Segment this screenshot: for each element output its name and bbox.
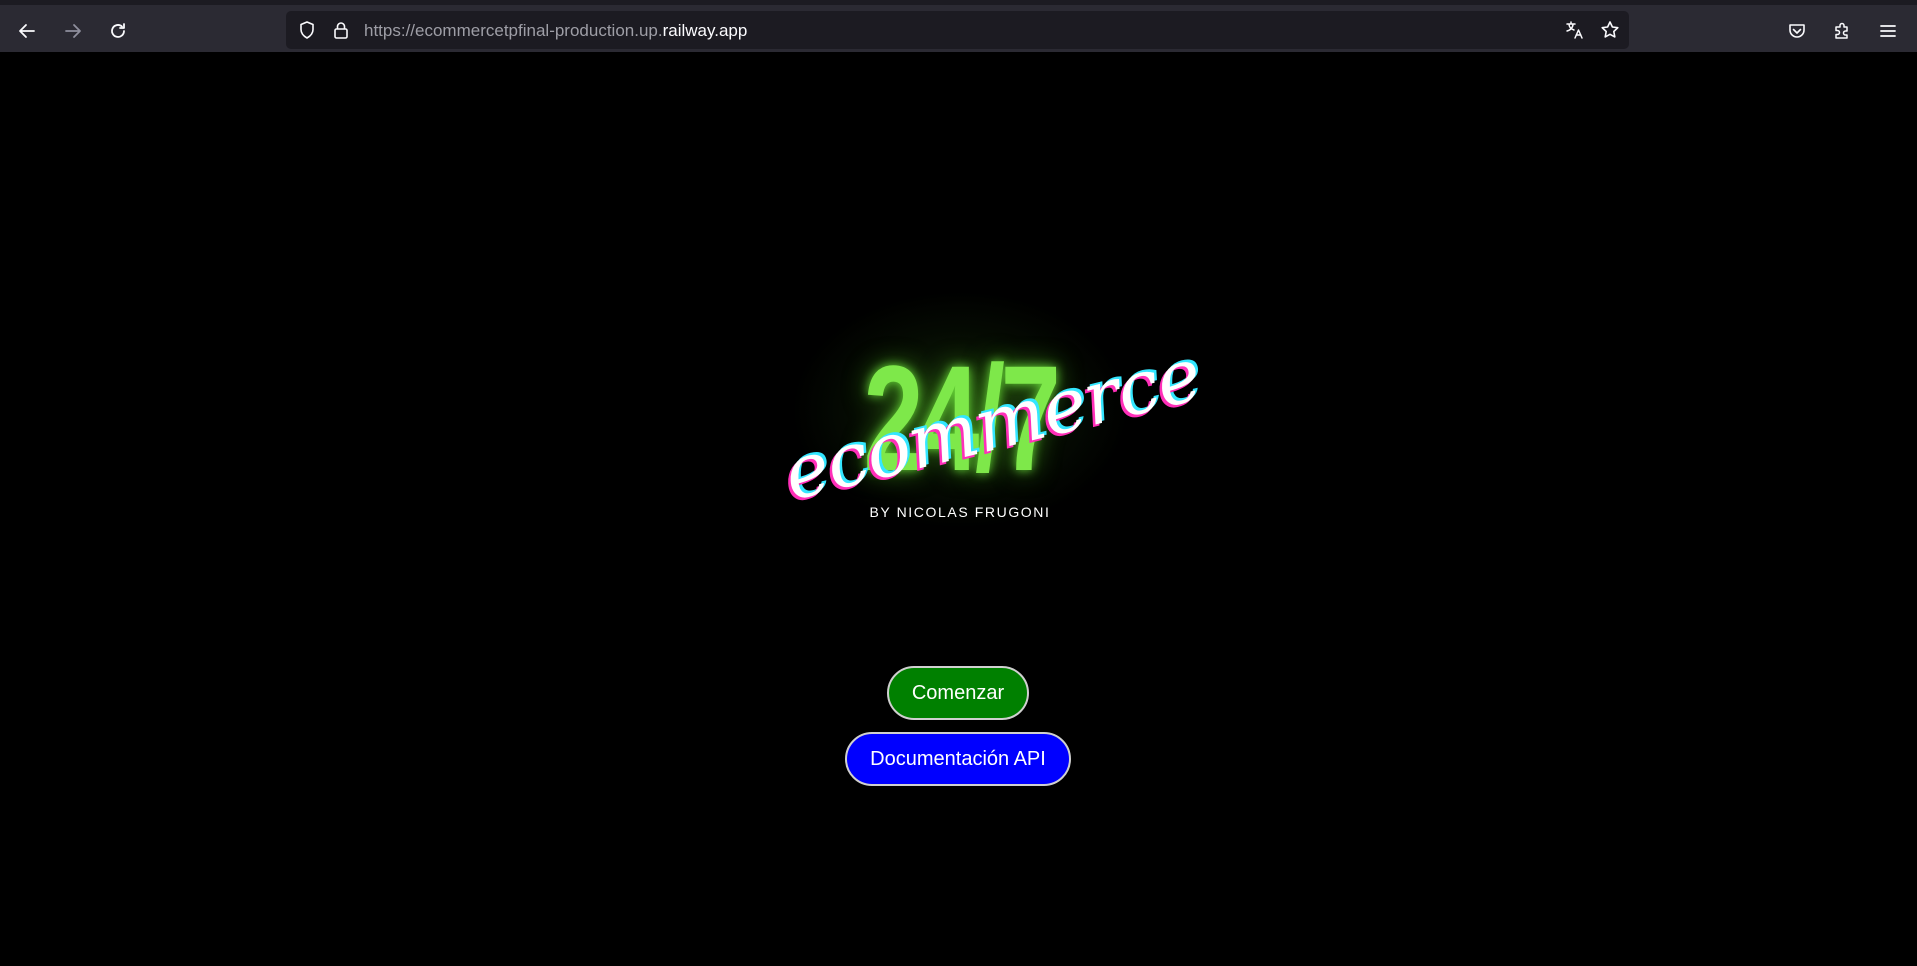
hamburger-menu-icon[interactable]	[1870, 13, 1906, 49]
start-button[interactable]: Comenzar	[887, 666, 1029, 720]
url-domain: railway.app	[662, 21, 748, 40]
shield-icon[interactable]	[297, 20, 317, 40]
translate-icon[interactable]	[1565, 20, 1585, 40]
url-text[interactable]: https://ecommercetpfinal-production.up.r…	[364, 21, 747, 41]
back-arrow-icon[interactable]	[9, 13, 45, 49]
star-icon[interactable]	[1600, 20, 1620, 40]
lock-icon[interactable]	[331, 20, 351, 40]
url-prefix: https://ecommercetpfinal-production.up.	[364, 21, 663, 40]
forward-arrow-icon[interactable]	[55, 13, 91, 49]
url-bar[interactable]: https://ecommercetpfinal-production.up.r…	[286, 11, 1629, 49]
logo-byline: BY NICOLAS FRUGONI	[869, 504, 1051, 520]
ecommerce-logo: 24/7 ecommerce BY NICOLAS FRUGONI	[760, 290, 1209, 530]
pocket-icon[interactable]	[1779, 13, 1815, 49]
browser-toolbar: https://ecommercetpfinal-production.up.r…	[0, 0, 1917, 52]
reload-icon[interactable]	[100, 13, 136, 49]
api-docs-button[interactable]: Documentación API	[845, 732, 1071, 786]
extensions-icon[interactable]	[1824, 13, 1860, 49]
